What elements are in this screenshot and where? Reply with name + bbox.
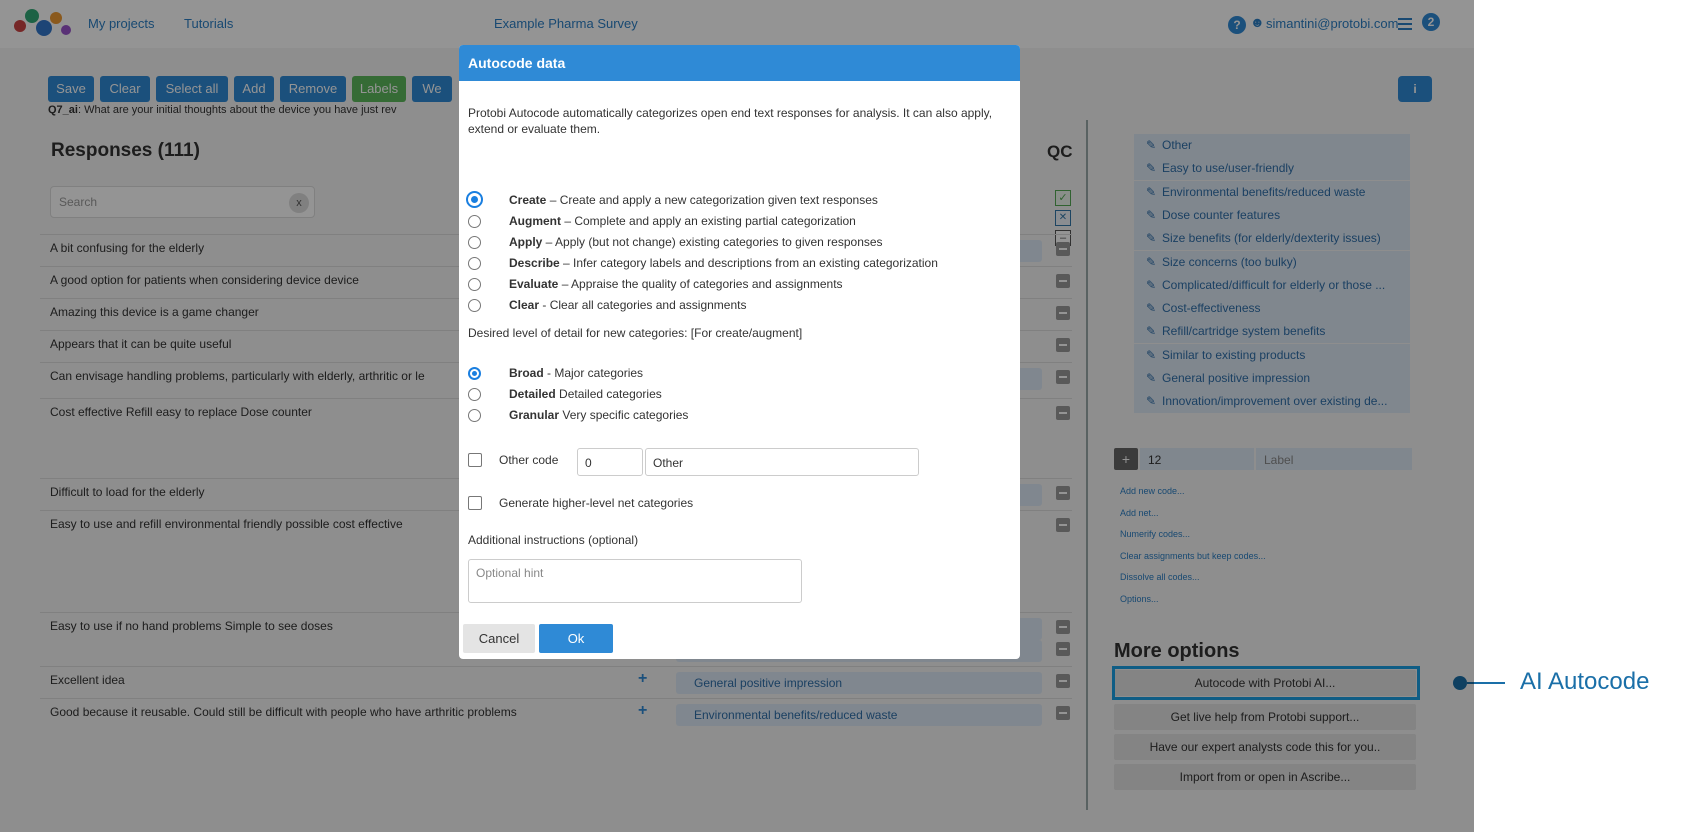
- mode-radio[interactable]: [468, 299, 481, 312]
- mode-name: Apply: [509, 235, 543, 249]
- mode-radio[interactable]: [468, 278, 481, 291]
- mode-name: Create: [509, 193, 547, 207]
- detail-option: Broad - Major categories: [509, 366, 643, 380]
- mode-desc: – Apply (but not change) existing catego…: [542, 235, 883, 249]
- other-code-number[interactable]: 0: [577, 448, 643, 476]
- detail-radio[interactable]: [468, 388, 481, 401]
- detail-radio[interactable]: [468, 409, 481, 422]
- mode-name: Describe: [509, 256, 560, 270]
- mode-name: Clear: [509, 298, 540, 312]
- net-categories-label: Generate higher-level net categories: [499, 496, 694, 510]
- net-categories-checkbox[interactable]: [468, 496, 482, 510]
- mode-desc: - Clear all categories and assignments: [539, 298, 747, 312]
- other-code-label: Other code: [499, 453, 559, 467]
- mode-option: Create – Create and apply a new categori…: [509, 193, 878, 207]
- mode-option: Apply – Apply (but not change) existing …: [509, 235, 883, 249]
- cancel-button[interactable]: Cancel: [463, 624, 535, 653]
- ok-button[interactable]: Ok: [539, 624, 613, 653]
- other-code-text[interactable]: Other: [645, 448, 919, 476]
- mode-option: Evaluate – Appraise the quality of categ…: [509, 277, 843, 291]
- mode-desc: – Infer category labels and descriptions…: [559, 256, 938, 270]
- mode-radio[interactable]: [468, 215, 481, 228]
- mode-option: Describe – Infer category labels and des…: [509, 256, 938, 270]
- mode-radio[interactable]: [466, 191, 483, 208]
- detail-name: Broad: [509, 366, 544, 380]
- hint-textarea[interactable]: Optional hint: [468, 559, 802, 603]
- detail-desc: Very specific categories: [559, 408, 689, 422]
- detail-name: Detailed: [509, 387, 556, 401]
- dialog-title: Autocode data: [459, 45, 1020, 81]
- autocode-dialog: Autocode data Protobi Autocode automatic…: [459, 45, 1020, 659]
- mode-name: Augment: [509, 214, 561, 228]
- detail-desc: - Major categories: [543, 366, 644, 380]
- mode-radio[interactable]: [468, 257, 481, 270]
- mode-option: Augment – Complete and apply an existing…: [509, 214, 856, 228]
- mode-name: Evaluate: [509, 277, 559, 291]
- detail-label: Desired level of detail for new categori…: [468, 326, 803, 340]
- mode-option: Clear - Clear all categories and assignm…: [509, 298, 746, 312]
- dialog-intro: Protobi Autocode automatically categoriz…: [468, 106, 993, 136]
- callout-label: AI Autocode: [1520, 668, 1650, 695]
- instructions-label: Additional instructions (optional): [468, 533, 639, 547]
- mode-radio[interactable]: [468, 236, 481, 249]
- other-code-checkbox[interactable]: [468, 453, 482, 467]
- mode-desc: – Appraise the quality of categories and…: [558, 277, 843, 291]
- detail-name: Granular: [509, 408, 560, 422]
- detail-option: Granular Very specific categories: [509, 408, 688, 422]
- detail-option: Detailed Detailed categories: [509, 387, 662, 401]
- mode-desc: – Create and apply a new categorization …: [546, 193, 878, 207]
- detail-desc: Detailed categories: [555, 387, 662, 401]
- detail-radio[interactable]: [468, 367, 481, 380]
- mode-desc: – Complete and apply an existing partial…: [561, 214, 856, 228]
